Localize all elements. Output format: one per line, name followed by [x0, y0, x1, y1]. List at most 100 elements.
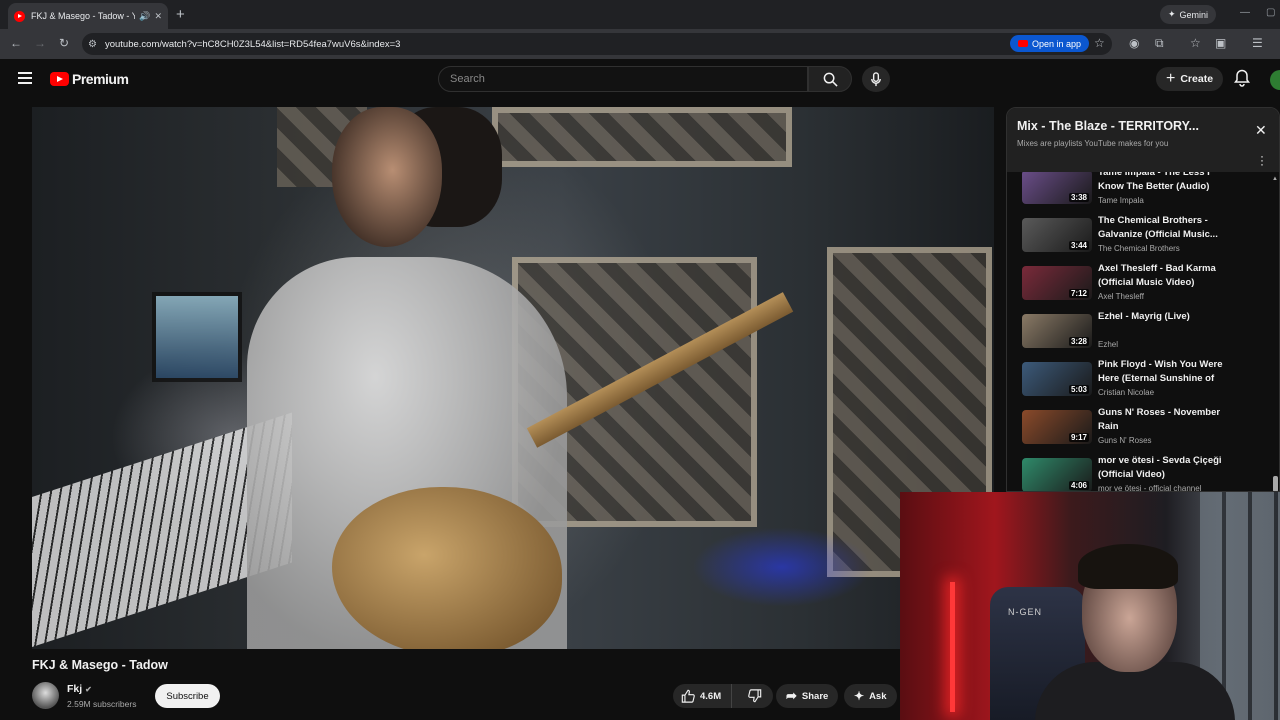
- video-thumbnail[interactable]: 3:28: [1022, 314, 1092, 348]
- like-button[interactable]: 4.6M: [673, 684, 733, 708]
- playlist-item[interactable]: 4:06 mor ve ötesi - Sevda Çiçeği (Officia…: [1022, 454, 1267, 492]
- create-button[interactable]: + Create: [1156, 67, 1224, 91]
- video-channel: Guns N' Roses: [1098, 436, 1152, 445]
- youtube-play-icon: [50, 72, 69, 86]
- notifications-bell-icon[interactable]: [1234, 69, 1250, 87]
- chair-brand-text: N-GEN: [1008, 607, 1042, 617]
- youtube-logo[interactable]: Premium: [50, 71, 129, 87]
- site-info-icon[interactable]: ⚙: [88, 39, 97, 50]
- youtube-small-icon: [1018, 40, 1028, 47]
- browser-tab-active[interactable]: FKJ & Masego - Tadow - YouTube 🔊 ✕: [8, 3, 168, 29]
- search-input[interactable]: Search: [438, 66, 808, 92]
- playlist-item[interactable]: 9:17 Guns N' Roses - November Rain Guns N'…: [1022, 406, 1267, 454]
- like-count: 4.6M: [700, 690, 722, 702]
- acoustic-panel: [492, 107, 792, 167]
- new-tab-button[interactable]: +: [176, 6, 185, 23]
- extension-blue-icon[interactable]: ◉: [1129, 36, 1139, 50]
- musician-face: [332, 107, 442, 247]
- ask-button[interactable]: ✦ Ask: [844, 684, 897, 708]
- video-thumbnail[interactable]: 9:17: [1022, 410, 1092, 444]
- video-channel: Ezhel: [1098, 340, 1119, 349]
- extensions-puzzle-icon[interactable]: ⧉: [1155, 36, 1164, 51]
- video-title[interactable]: mor ve ötesi - Sevda Çiçeği (Official Vi…: [1098, 454, 1238, 481]
- video-title[interactable]: Axel Thesleff - Bad Karma (Official Musi…: [1098, 262, 1238, 289]
- video-duration: 3:28: [1068, 337, 1089, 346]
- red-led-strip: [950, 582, 955, 712]
- more-options-icon[interactable]: · · ·: [1260, 150, 1264, 170]
- create-label: Create: [1180, 73, 1214, 85]
- open-in-app-label: Open in app: [1032, 38, 1082, 49]
- playlist-item[interactable]: 3:38 Tame Impala - The Less I Know The Be…: [1022, 172, 1267, 214]
- video-title: FKJ & Masego - Tadow: [32, 658, 168, 672]
- account-avatar[interactable]: [1270, 70, 1280, 90]
- thumbs-up-icon: [681, 689, 695, 703]
- scroll-up-arrow-icon[interactable]: ▲: [1272, 176, 1278, 182]
- bookmarks-icon[interactable]: ☆: [1190, 36, 1201, 50]
- video-title[interactable]: Pink Floyd - Wish You Were Here (Eternal…: [1098, 358, 1238, 385]
- close-icon[interactable]: ✕: [1255, 122, 1267, 139]
- video-duration: 4:06: [1068, 481, 1089, 490]
- gemini-button[interactable]: ✦ Gemini: [1160, 5, 1217, 24]
- video-duration: 5:03: [1068, 385, 1089, 394]
- video-title[interactable]: Ezhel - Mayrig (Live): [1098, 310, 1238, 324]
- video-title[interactable]: The Chemical Brothers - Galvanize (Offic…: [1098, 214, 1238, 241]
- share-button[interactable]: ➦ Share: [776, 684, 839, 708]
- webcam-overlay: N-GEN: [900, 492, 1280, 720]
- youtube-masthead: Premium Search + Create: [0, 59, 1280, 101]
- reload-icon[interactable]: ↻: [59, 36, 69, 50]
- share-label: Share: [801, 690, 829, 702]
- video-player[interactable]: [32, 107, 994, 649]
- blue-light: [692, 527, 872, 607]
- back-arrow-icon[interactable]: ←: [10, 36, 22, 50]
- channel-name[interactable]: Fkj ✔: [67, 683, 92, 695]
- youtube-favicon-icon: [14, 10, 25, 22]
- bookmark-star-icon[interactable]: ☆: [1094, 36, 1105, 50]
- playlist-item[interactable]: 3:28 Ezhel - Mayrig (Live) Ezhel: [1022, 310, 1267, 358]
- voice-search-button[interactable]: [862, 66, 890, 92]
- video-thumbnail[interactable]: 3:44: [1022, 218, 1092, 252]
- url-text: youtube.com/watch?v=hC8CH0Z3L54&list=RD5…: [104, 38, 401, 50]
- open-in-app-button[interactable]: Open in app: [1010, 35, 1090, 52]
- sparkle-icon: ✦: [854, 689, 865, 703]
- tab-close-icon[interactable]: ✕: [154, 11, 162, 22]
- minimize-window-icon[interactable]: —: [1240, 7, 1250, 18]
- video-title[interactable]: Tame Impala - The Less I Know The Better…: [1098, 172, 1238, 193]
- microphone-icon: [871, 71, 881, 86]
- studio-monitor: [152, 292, 242, 382]
- video-thumbnail[interactable]: 7:12: [1022, 266, 1092, 300]
- gemini-sparkle-icon: ✦: [1168, 9, 1176, 19]
- subscribe-button[interactable]: Subscribe: [155, 684, 220, 708]
- playlist-title[interactable]: Mix - The Blaze - TERRITORY...: [1017, 119, 1199, 133]
- playlist-item[interactable]: 5:03 Pink Floyd - Wish You Were Here (Ete…: [1022, 358, 1267, 406]
- video-title[interactable]: Guns N' Roses - November Rain: [1098, 406, 1238, 433]
- speaker-icon[interactable]: 🔊: [139, 11, 150, 22]
- ask-label: Ask: [869, 690, 887, 702]
- subscriber-count: 2.59M subscribers: [67, 699, 137, 709]
- video-channel: mor ve ötesi - official channel: [1098, 484, 1202, 492]
- video-duration: 3:44: [1068, 241, 1089, 250]
- playlist-item[interactable]: 3:44 The Chemical Brothers - Galvanize (O…: [1022, 214, 1267, 262]
- guitar-body: [332, 487, 562, 649]
- menu-icon[interactable]: ☰: [1252, 36, 1263, 50]
- playlist-subtitle: Mixes are playlists YouTube makes for yo…: [1017, 139, 1169, 148]
- video-duration: 3:38: [1068, 193, 1089, 202]
- video-channel: Axel Thesleff: [1098, 292, 1144, 301]
- video-thumbnail[interactable]: 3:38: [1022, 172, 1092, 204]
- address-bar[interactable]: ⚙ youtube.com/watch?v=hC8CH0Z3L54&list=R…: [82, 33, 1112, 55]
- hamburger-menu-icon[interactable]: [18, 72, 32, 87]
- plus-icon: +: [1166, 70, 1176, 87]
- forward-arrow-icon[interactable]: →: [34, 36, 46, 50]
- video-thumbnail[interactable]: 5:03: [1022, 362, 1092, 396]
- video-thumbnail[interactable]: 4:06: [1022, 458, 1092, 491]
- mix-playlist-panel: Mix - The Blaze - TERRITORY... Mixes are…: [1006, 107, 1280, 492]
- gemini-label: Gemini: [1179, 9, 1209, 20]
- maximize-window-icon[interactable]: ▢: [1266, 7, 1275, 18]
- playlist-scrollbar[interactable]: [1273, 476, 1278, 491]
- playlist-item[interactable]: 7:12 Axel Thesleff - Bad Karma (Official …: [1022, 262, 1267, 310]
- search-button[interactable]: [808, 66, 852, 92]
- tab-title: FKJ & Masego - Tadow - YouTube: [31, 11, 136, 21]
- browser-tab-strip: FKJ & Masego - Tadow - YouTube 🔊 ✕ + ✦ G…: [0, 0, 1280, 29]
- tab-search-icon[interactable]: ▣: [1215, 36, 1226, 50]
- dislike-button[interactable]: [737, 684, 773, 708]
- channel-avatar[interactable]: [32, 682, 59, 709]
